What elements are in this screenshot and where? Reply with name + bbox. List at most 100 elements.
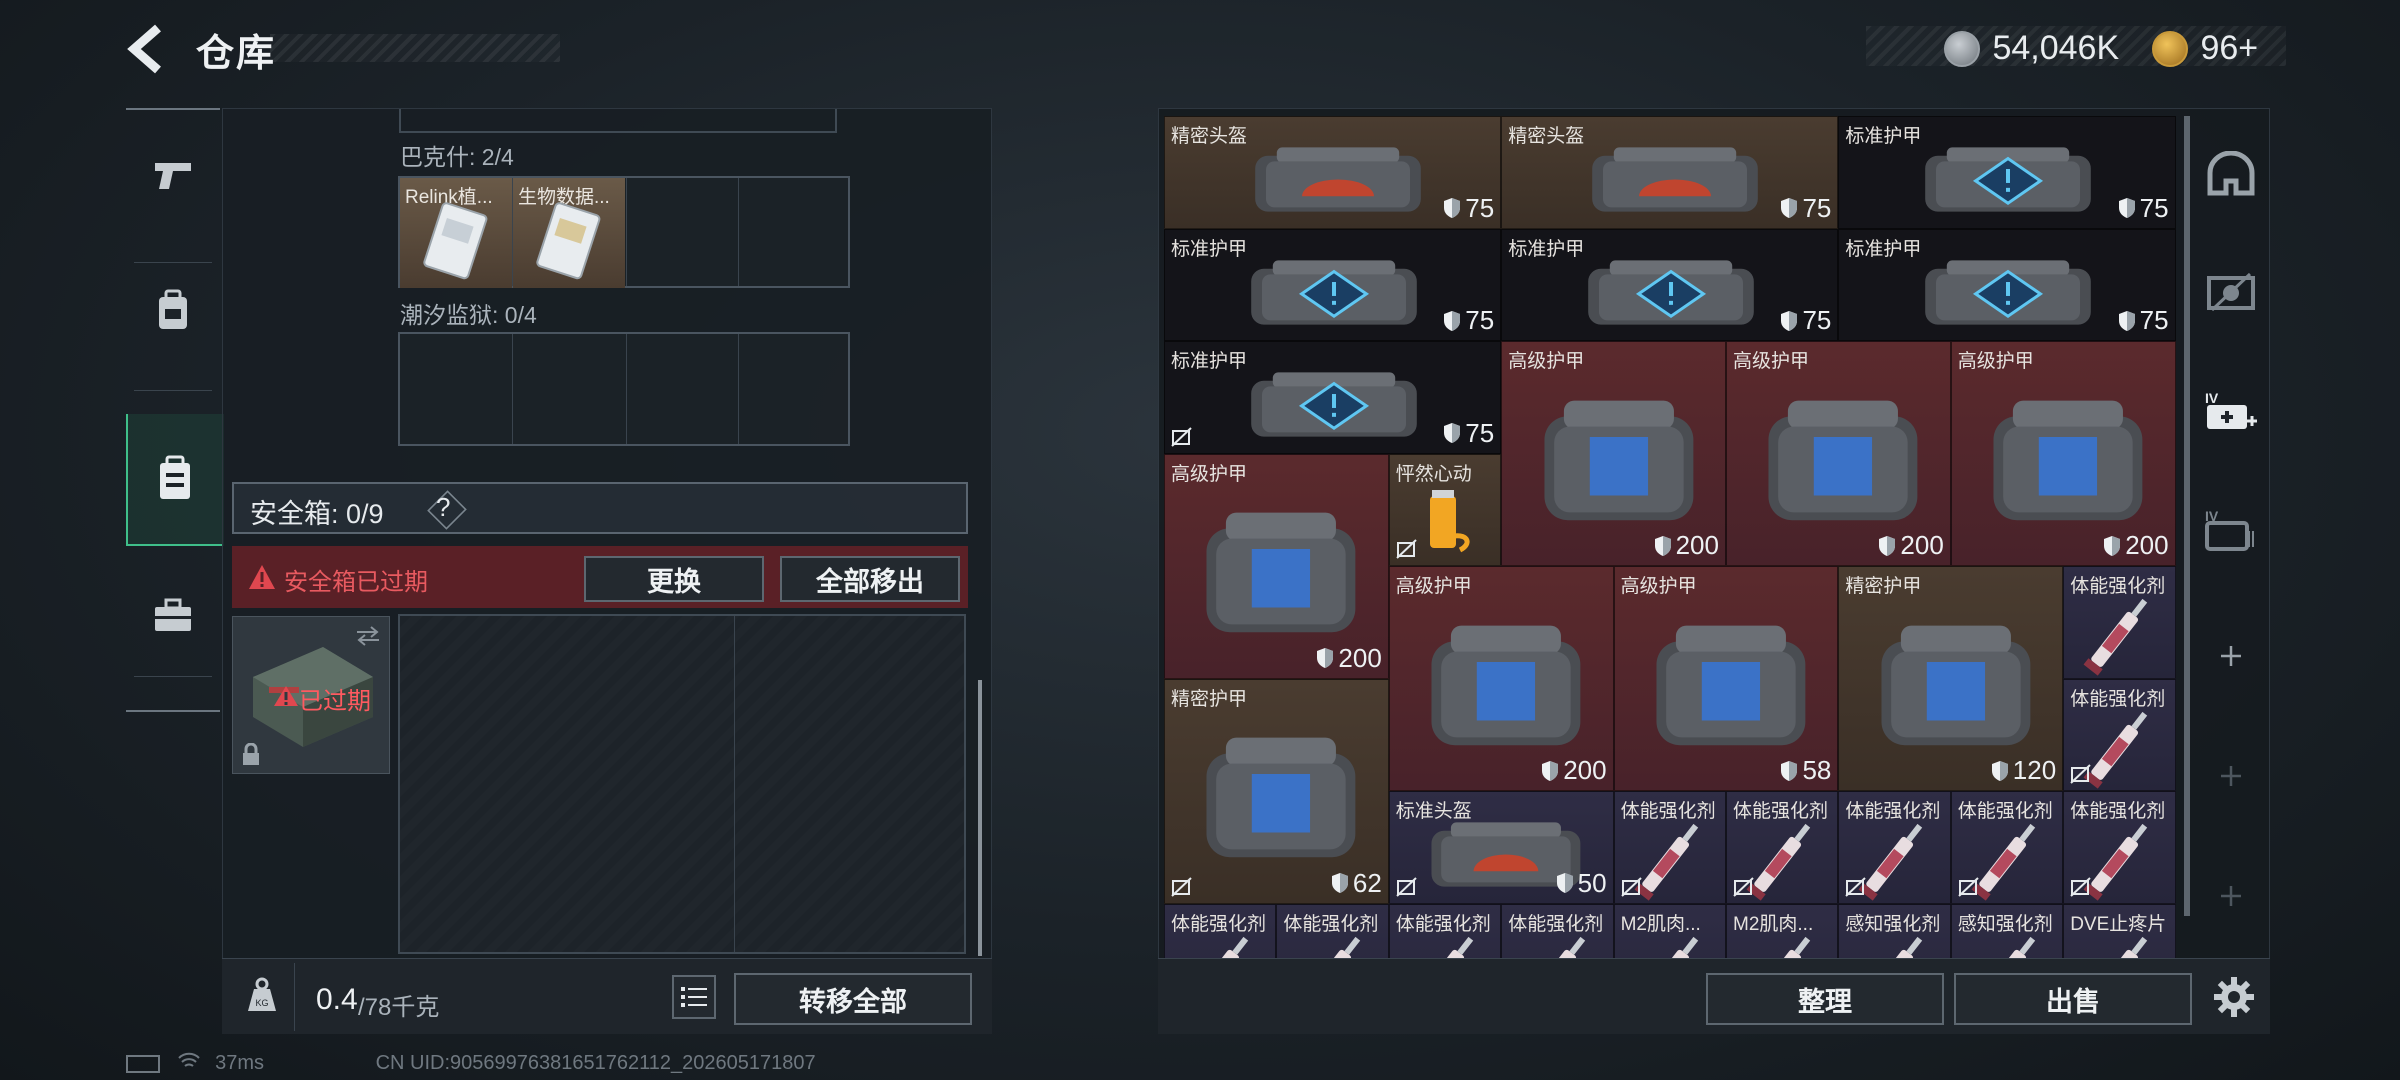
storage-scrollbar[interactable] <box>978 680 982 956</box>
inventory-item[interactable]: 高级护甲 58 <box>1613 566 1839 791</box>
replace-button[interactable]: 更换 <box>584 556 764 602</box>
no-image-icon <box>1845 876 1867 897</box>
tab-equipment[interactable] <box>126 246 220 376</box>
list-view-button[interactable] <box>672 975 716 1019</box>
status-bar: 37ms CN UID:9056997638165176211​2_202605… <box>126 1052 816 1076</box>
inventory-item[interactable]: 体能强化剂 <box>1613 791 1726 904</box>
inventory-item[interactable]: 怦然心动 <box>1388 453 1502 566</box>
inventory-item[interactable]: 标准护甲 75 <box>1164 341 1502 454</box>
previous-grid-stub <box>399 109 837 133</box>
item-bio-data[interactable]: 生物数据... <box>513 178 625 288</box>
helmet-bag-image <box>1254 147 1421 212</box>
document-icon <box>536 202 601 280</box>
item-name: 体能强化剂 <box>1395 913 1491 935</box>
item-name: 体能强化剂 <box>1508 913 1604 935</box>
inventory-item[interactable]: 体能强化剂 <box>1838 791 1951 904</box>
inventory-item[interactable]: 精密头盔 75 <box>1501 116 1839 229</box>
shield-icon <box>2104 535 2121 556</box>
durability-value: 75 <box>1465 305 1495 335</box>
inventory-item[interactable]: 标准护甲 75 <box>1164 228 1502 341</box>
durability-value: 58 <box>1802 755 1832 785</box>
item-name: 精密护甲 <box>1171 688 1248 710</box>
level-add-button[interactable]: IV <box>2196 362 2266 462</box>
inventory-item[interactable]: 高级护甲 200 <box>1501 341 1726 566</box>
inventory-item[interactable]: 体能强化剂 <box>2063 678 2176 791</box>
pistol-icon <box>155 163 191 189</box>
shield-icon <box>2118 198 2135 218</box>
helmet-filter-button[interactable] <box>2196 124 2266 224</box>
no-image-icon <box>1620 876 1642 897</box>
inventory-item[interactable]: 标准护甲 75 <box>1838 116 2176 229</box>
item-durability: 75 <box>1443 418 1494 449</box>
item-name: 感知强化剂 <box>1957 913 2053 935</box>
wifi-icon <box>177 1052 200 1076</box>
item-name: 高级护甲 <box>1171 463 1248 485</box>
tab-weapons[interactable] <box>126 110 220 240</box>
item-durability: 50 <box>1556 868 1607 899</box>
inventory-item[interactable]: 体能强化剂 <box>2063 566 2176 679</box>
durability-value: 120 <box>2012 755 2057 785</box>
swap-icon[interactable] <box>355 625 381 647</box>
inventory-item[interactable]: 体能强化剂 <box>1726 791 1839 904</box>
item-relink[interactable]: Relink植... <box>400 178 512 288</box>
sort-button[interactable]: 整理 <box>1706 973 1944 1025</box>
inventory-item[interactable]: 高级护甲 200 <box>1164 453 1389 679</box>
inventory-item[interactable]: DVE止疼片 <box>2063 903 2176 960</box>
inventory-item[interactable]: 高级护甲 200 <box>1950 341 2176 566</box>
shield-icon <box>1331 873 1348 893</box>
inventory-item[interactable]: 体能强化剂 <box>1950 791 2064 904</box>
tab-safebox[interactable] <box>126 414 224 546</box>
add-slot-button-3[interactable] <box>2196 846 2266 946</box>
remove-all-button[interactable]: 全部移出 <box>780 556 960 602</box>
tab-toolbox[interactable] <box>126 550 220 680</box>
inventory-item[interactable]: 感知强化剂 <box>1950 903 2064 960</box>
inventory-item[interactable]: 精密头盔 75 <box>1164 116 1502 229</box>
inventory-item[interactable]: 标准护甲 75 <box>1838 228 2176 341</box>
item-name: 体能强化剂 <box>2070 576 2166 597</box>
safebox-case-slot[interactable]: 已过期 <box>232 616 390 774</box>
inventory-item[interactable]: 高级护甲 200 <box>1726 341 1951 566</box>
inventory-item[interactable]: 体能强化剂 <box>1164 903 1277 960</box>
no-image-icon <box>2070 764 2091 784</box>
safebox-grid[interactable] <box>398 614 966 954</box>
bakeshi-grid[interactable]: Relink植... 生物数据... <box>398 176 850 288</box>
item-durability: 200 <box>1541 755 1607 786</box>
add-slot-button[interactable] <box>2196 606 2266 706</box>
inventory-item[interactable]: 标准护甲 75 <box>1501 228 1839 341</box>
no-image-icon <box>1396 876 1417 897</box>
item-durability: 75 <box>1443 305 1494 336</box>
inventory-item[interactable]: 标准头盔 50 <box>1388 791 1614 904</box>
transfer-all-button[interactable]: 转移全部 <box>734 973 972 1025</box>
help-icon[interactable]: ? <box>436 492 450 523</box>
currency-premium-value[interactable]: 96+ <box>2200 29 2258 67</box>
inventory-item[interactable]: 体能强化剂 <box>1388 903 1502 960</box>
armor-bag-image <box>1925 147 2091 212</box>
inventory-item[interactable]: 体能强化剂 <box>1501 903 1614 960</box>
item-name: 精密头盔 <box>1508 126 1585 147</box>
inventory-item[interactable]: M2肌肉... <box>1726 903 1839 960</box>
inventory-item[interactable]: 精密护甲 120 <box>1838 566 2064 791</box>
armor-bag-image <box>1925 260 2091 325</box>
inventory-item[interactable]: 体能强化剂 <box>2063 791 2176 904</box>
inventory-grid[interactable]: 精密头盔 75 精密头盔 75 标准护甲 75 标准护甲 75 标准护甲 75 <box>1164 116 2176 960</box>
back-button[interactable] <box>126 24 172 74</box>
inventory-item[interactable]: M2肌肉... <box>1613 903 1726 960</box>
weight-value: 0.4 <box>316 983 358 1016</box>
inventory-item[interactable]: 高级护甲 200 <box>1388 566 1614 791</box>
item-name: 怦然心动 <box>1395 463 1472 485</box>
inventory-item[interactable]: 体能强化剂 <box>1276 903 1389 960</box>
shield-icon <box>1317 648 1334 668</box>
shield-icon <box>1781 760 1798 781</box>
safebox-icon <box>160 455 190 499</box>
inventory-item[interactable]: 感知强化剂 <box>1838 903 1951 960</box>
level-filter-button[interactable]: IV <box>2196 480 2266 580</box>
inventory-item[interactable]: 精密护甲 62 <box>1164 678 1389 904</box>
settings-gear-icon[interactable] <box>2212 975 2256 1019</box>
add-slot-button-2[interactable] <box>2196 726 2266 826</box>
sell-button[interactable]: 出售 <box>1954 973 2192 1025</box>
inventory-scrollbar[interactable] <box>2184 116 2190 916</box>
image-filter-button[interactable] <box>2196 242 2266 342</box>
no-image-icon <box>1733 876 1754 897</box>
currency-coins-value: 54,046K <box>1992 29 2120 67</box>
tide-prison-grid[interactable] <box>398 332 850 446</box>
